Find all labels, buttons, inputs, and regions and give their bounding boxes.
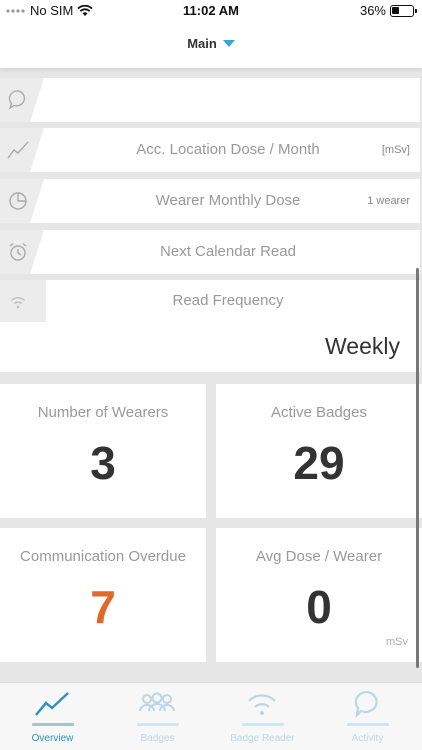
tile-unit: mSv [386,636,408,648]
tile-label: Communication Overdue [20,548,186,565]
scrollbar[interactable] [416,268,419,668]
alarm-clock-icon [9,242,27,261]
tile-value: 7 [90,581,116,633]
line-chart-icon [7,141,29,159]
tile-value: 3 [90,437,116,489]
tab-underline [32,723,74,726]
row-unit: [mSv] [381,144,410,156]
tab-badge-reader[interactable]: Badge Reader [210,683,315,750]
speech-bubble-icon [8,90,26,110]
row-label: Wearer Monthly Dose [155,192,301,209]
tile-label: Number of Wearers [37,404,169,421]
row-messages[interactable] [0,78,420,122]
wifi-signal-icon [248,694,276,715]
battery-percent: 36% [359,3,386,18]
tile-value: 29 [293,437,345,489]
read-frequency-label: Read Frequency [172,292,284,309]
caret-down-icon [222,40,235,47]
status-bar: No SIM 11:02 AM 36% [0,0,422,22]
tab-underline [137,723,179,726]
tab-label: Activity [351,733,384,744]
tab-overview[interactable]: Overview [0,683,105,750]
tile-number-of-wearers[interactable]: Number of Wearers 3 [0,384,206,518]
tile-communication-overdue[interactable]: Communication Overdue 7 [0,528,206,662]
header: Main [0,22,422,68]
tile-label: Avg Dose / Wearer [255,548,383,565]
tile-avg-dose-per-wearer[interactable]: Avg Dose / Wearer 0 mSv [216,528,422,662]
wifi-icon [11,297,25,309]
location-selector[interactable]: Main [0,36,422,51]
dashboard-content[interactable]: Acc. Location Dose / Month [mSv] Wearer … [0,68,422,682]
row-icon-box [0,280,46,322]
row-label: Next Calendar Read [160,243,296,260]
read-frequency-card[interactable]: Read Frequency Weekly [0,280,420,372]
tab-underline [347,723,389,726]
tile-active-badges[interactable]: Active Badges 29 [216,384,422,518]
page-title: Main [187,36,217,51]
read-frequency-value: Weekly [325,333,400,359]
chat-bubble-icon [354,690,378,719]
status-time: 11:02 AM [183,3,239,18]
people-icon [139,692,175,712]
tile-label: Active Badges [271,404,367,421]
row-acc-location-dose[interactable]: Acc. Location Dose / Month [mSv] [0,128,420,172]
row-label [44,78,412,122]
row-next-calendar-read[interactable]: Next Calendar Read [0,230,420,274]
status-right: 36% [359,3,417,18]
tab-label: Badges [140,733,175,744]
row-unit: 1 wearer [367,195,410,207]
row-wearer-monthly-dose[interactable]: Wearer Monthly Dose 1 wearer [0,179,420,223]
tab-label: Overview [31,733,74,744]
battery-fill [392,6,399,14]
tile-value: 0 [306,581,332,633]
row-label: Acc. Location Dose / Month [136,141,320,158]
tab-bar: Overview Badges Badge Reader Activity [0,682,422,750]
tab-underline [242,723,284,726]
trend-line-icon [35,692,69,716]
tab-activity[interactable]: Activity [315,683,420,750]
pie-chart-icon [9,192,27,210]
tab-label: Badge Reader [230,733,295,744]
battery-icon [390,4,417,17]
tab-badges[interactable]: Badges [105,683,210,750]
